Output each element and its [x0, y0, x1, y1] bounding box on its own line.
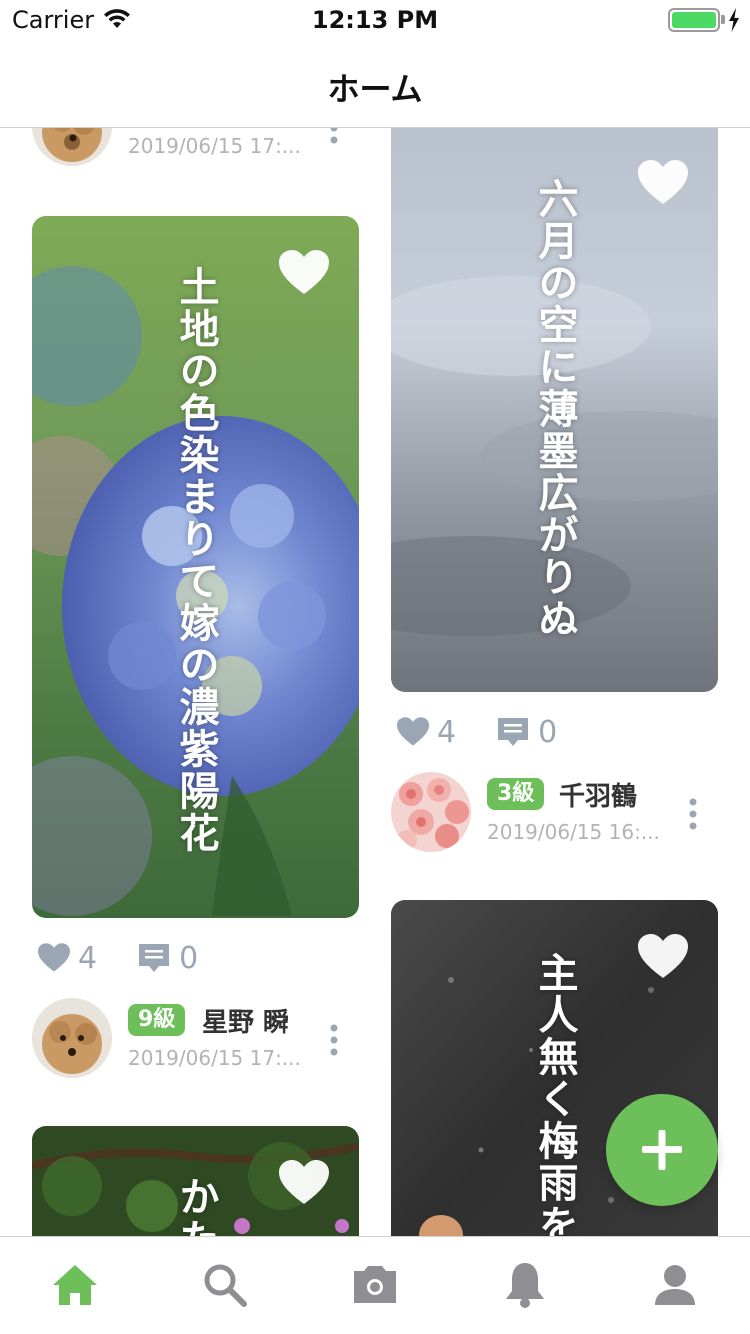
level-badge: 9級	[128, 1004, 186, 1036]
search-icon	[204, 1264, 247, 1307]
avatar[interactable]	[391, 772, 471, 852]
heart-icon[interactable]	[397, 717, 429, 747]
post-author-row[interactable]: 9級 星野 瞬 2019/06/15 17:...	[32, 998, 342, 1082]
tab-camera[interactable]	[345, 1255, 405, 1315]
tab-bar	[0, 1236, 750, 1334]
post-stats: 4 0	[38, 938, 198, 978]
heart-icon[interactable]	[279, 250, 329, 296]
post-card-image[interactable]: 土地の色染まりて嫁の濃紫陽花	[32, 216, 359, 918]
app-screen: Carrier 12:13 PM ホーム 2019/06/15 17:... 土…	[0, 0, 750, 1334]
user-name[interactable]: 千羽鶴	[559, 776, 637, 813]
like-count: 4	[78, 940, 98, 976]
comment-icon[interactable]	[496, 716, 530, 748]
post-stats: 4 0	[397, 712, 557, 752]
more-vertical-icon[interactable]	[683, 796, 703, 836]
post-date: 2019/06/15 17:...	[128, 134, 301, 158]
tab-notifications[interactable]	[495, 1255, 555, 1315]
post-date: 2019/06/15 17:...	[128, 1046, 301, 1070]
page-title: ホーム	[327, 70, 423, 108]
post-feed[interactable]: 2019/06/15 17:... 土地の色染まりて嫁の濃紫陽花 4 0 9級 …	[0, 128, 750, 1236]
tab-search[interactable]	[195, 1255, 255, 1315]
heart-icon[interactable]	[638, 934, 688, 980]
post-poem: 六月の空に薄墨広がりぬ	[531, 178, 578, 640]
navigation-bar: ホーム	[0, 40, 750, 128]
person-icon	[655, 1265, 695, 1305]
status-bar: Carrier 12:13 PM	[0, 0, 750, 40]
plus-icon	[642, 1130, 682, 1170]
heart-icon[interactable]	[638, 160, 688, 206]
home-icon	[53, 1265, 97, 1305]
user-name[interactable]: 星野 瞬	[202, 1002, 289, 1039]
bell-icon	[506, 1263, 544, 1308]
charging-bolt-icon	[729, 8, 739, 32]
avatar[interactable]	[32, 998, 112, 1078]
comment-count: 0	[538, 714, 558, 750]
like-count: 4	[437, 714, 457, 750]
post-date: 2019/06/15 16:...	[487, 820, 660, 844]
clock: 12:13 PM	[311, 6, 439, 34]
post-card-image[interactable]: かた	[32, 1126, 359, 1236]
more-vertical-icon[interactable]	[324, 128, 344, 150]
more-vertical-icon[interactable]	[324, 1022, 344, 1062]
comment-count: 0	[179, 940, 199, 976]
heart-icon[interactable]	[38, 943, 70, 973]
camera-icon	[354, 1266, 396, 1303]
battery-icon	[668, 8, 720, 32]
post-author-row[interactable]: 2019/06/15 17:...	[32, 128, 342, 170]
tab-home[interactable]	[45, 1255, 105, 1315]
tab-profile[interactable]	[645, 1255, 705, 1315]
battery-tip	[721, 15, 725, 24]
post-poem: 土地の色染まりて嫁の濃紫陽花	[172, 266, 219, 854]
avatar[interactable]	[32, 128, 112, 166]
post-card-image[interactable]: 六月の空に薄墨広がりぬ	[391, 128, 718, 692]
post-author-row[interactable]: 3級 千羽鶴 2019/06/15 16:...	[391, 772, 711, 856]
comment-icon[interactable]	[137, 942, 171, 974]
level-badge: 3級	[487, 778, 545, 810]
new-post-button[interactable]	[606, 1094, 718, 1206]
heart-icon[interactable]	[279, 1160, 329, 1206]
